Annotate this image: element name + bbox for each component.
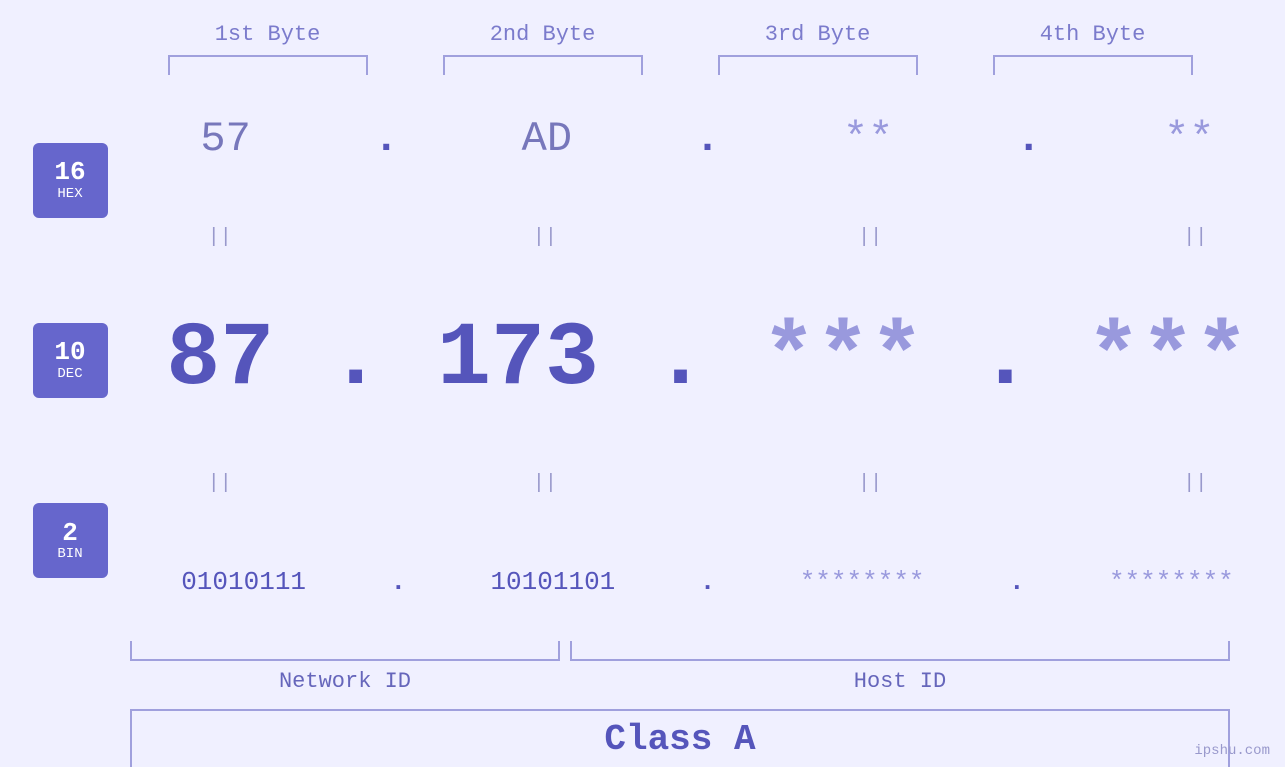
hex-dot2: .: [695, 115, 720, 163]
eq2-4: ||: [1183, 472, 1207, 495]
byte-label-3: 3rd Byte: [708, 22, 928, 47]
bin-dot3: .: [1009, 567, 1025, 597]
eq1-2: ||: [533, 226, 557, 249]
bin-badge-label: BIN: [57, 547, 82, 562]
hex-byte2: AD: [522, 115, 572, 163]
bin-badge: 2 BIN: [33, 503, 108, 578]
bin-byte4: ********: [1109, 567, 1234, 597]
hex-badge: 16 HEX: [33, 143, 108, 218]
bin-byte1: 01010111: [181, 567, 306, 597]
eq2-2: ||: [533, 472, 557, 495]
dec-byte3: ***: [762, 309, 924, 411]
dec-badge-num: 10: [54, 338, 85, 367]
byte-label-4: 4th Byte: [983, 22, 1203, 47]
host-bracket: [570, 641, 1230, 661]
top-bracket-3: [718, 55, 918, 75]
network-bracket: [130, 641, 560, 661]
bin-badge-num: 2: [62, 519, 78, 548]
dec-byte4: ***: [1087, 309, 1249, 411]
eq1-3: ||: [858, 226, 882, 249]
top-bracket-1: [168, 55, 368, 75]
top-bracket-2: [443, 55, 643, 75]
bin-byte3: ********: [800, 567, 925, 597]
hex-badge-num: 16: [54, 158, 85, 187]
dec-dot1: .: [329, 309, 383, 411]
hex-byte3: **: [843, 115, 893, 163]
top-bracket-4: [993, 55, 1193, 75]
dec-dot3: .: [978, 309, 1032, 411]
eq2-3: ||: [858, 472, 882, 495]
dec-byte2: 173: [437, 309, 599, 411]
hex-byte4: **: [1164, 115, 1214, 163]
bin-dot1: .: [390, 567, 406, 597]
bin-byte2: 10101101: [490, 567, 615, 597]
network-id-label: Network ID: [130, 669, 560, 694]
hex-dot1: .: [374, 115, 399, 163]
dec-dot2: .: [653, 309, 707, 411]
byte-label-1: 1st Byte: [158, 22, 378, 47]
eq1-4: ||: [1183, 226, 1207, 249]
hex-badge-label: HEX: [57, 187, 82, 202]
dec-byte1: 87: [166, 309, 274, 411]
eq1-1: ||: [208, 226, 232, 249]
watermark: ipshu.com: [1194, 743, 1270, 759]
dec-badge: 10 DEC: [33, 323, 108, 398]
bin-dot2: .: [700, 567, 716, 597]
hex-byte1: 57: [200, 115, 250, 163]
hex-dot3: .: [1016, 115, 1041, 163]
byte-label-2: 2nd Byte: [433, 22, 653, 47]
class-banner: Class A: [130, 709, 1230, 767]
eq2-1: ||: [208, 472, 232, 495]
class-label: Class A: [604, 719, 755, 760]
host-id-label: Host ID: [570, 669, 1230, 694]
dec-badge-label: DEC: [57, 367, 82, 382]
page-container: 1st Byte 2nd Byte 3rd Byte 4th Byte 16 H…: [0, 0, 1285, 767]
